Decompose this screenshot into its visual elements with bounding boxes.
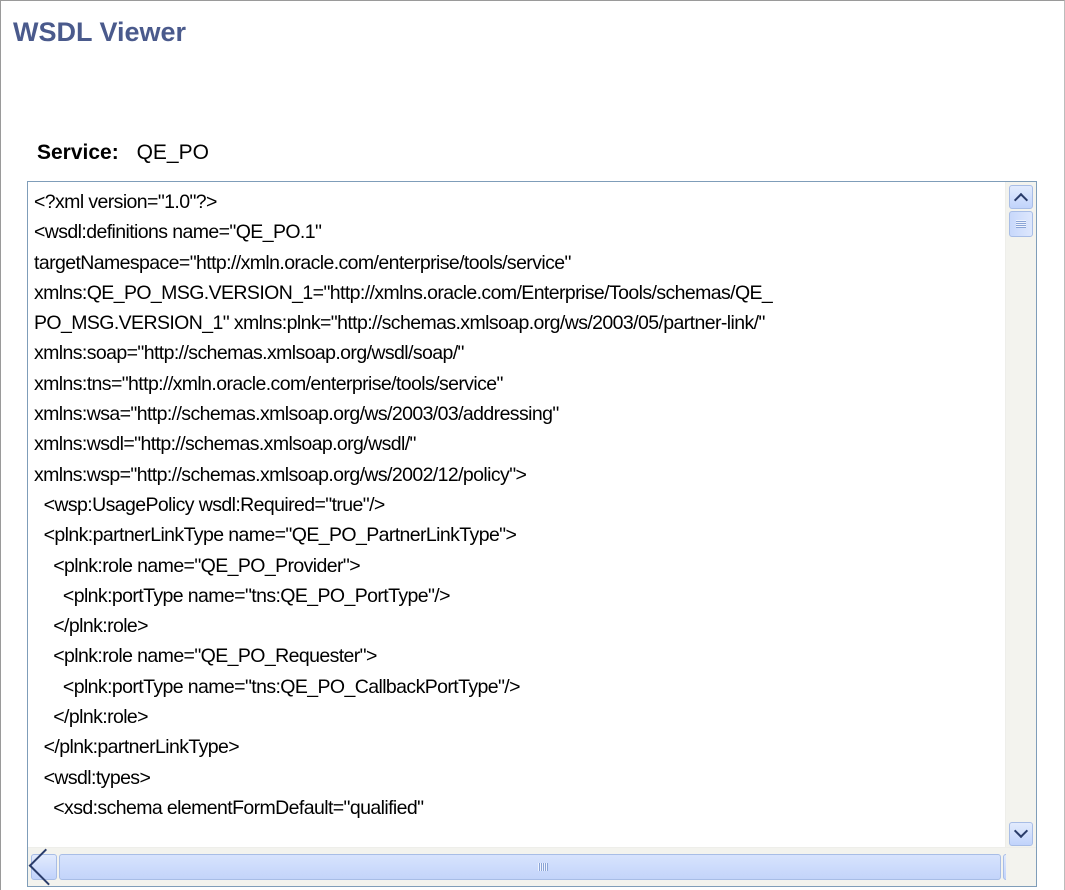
- vertical-scrollbar[interactable]: [1005, 182, 1036, 849]
- scroll-up-button[interactable]: [1009, 185, 1033, 209]
- service-label: Service:: [37, 141, 119, 164]
- code-line: <xsd:schema elementFormDefault="qualifie…: [34, 796, 424, 819]
- horizontal-scroll-thumb[interactable]: [59, 854, 1001, 880]
- code-line: <plnk:role name="QE_PO_Requester">: [34, 645, 377, 668]
- wsdl-viewer-page: WSDL Viewer Service: QE_PO <?xml version…: [0, 0, 1065, 890]
- code-line: <?xml version="1.0"?>: [34, 191, 217, 213]
- wsdl-text-area[interactable]: <?xml version="1.0"?> <wsdl:definitions n…: [27, 181, 1037, 887]
- code-line: <plnk:portType name="tns:QE_PO_PortType"…: [34, 584, 451, 607]
- code-line: PO_MSG.VERSION_1" xmlns:plnk="http://sch…: [34, 312, 765, 335]
- grip-icon: [1016, 220, 1026, 228]
- code-line: <plnk:partnerLinkType name="QE_PO_Partne…: [34, 524, 517, 547]
- code-line: <plnk:portType name="tns:QE_PO_CallbackP…: [34, 675, 521, 698]
- grip-icon: [538, 863, 548, 871]
- code-line: <wsp:UsagePolicy wsdl:Required="true"/>: [34, 493, 386, 516]
- code-line: <wsdl:types>: [34, 766, 151, 789]
- code-line: xmlns:wsa="http://schemas.xmlsoap.org/ws…: [34, 403, 559, 426]
- code-line: </plnk:partnerLinkType>: [34, 736, 240, 759]
- service-value: QE_PO: [136, 141, 209, 164]
- service-row: Service: QE_PO: [37, 141, 209, 165]
- code-line: xmlns:QE_PO_MSG.VERSION_1="http://xmlns.…: [34, 281, 773, 304]
- code-line: </plnk:role>: [34, 706, 148, 729]
- scroll-down-button[interactable]: [1009, 822, 1033, 846]
- code-line: <plnk:role name="QE_PO_Provider">: [34, 554, 361, 577]
- chevron-down-icon: [1013, 823, 1029, 839]
- horizontal-scrollbar[interactable]: [28, 847, 1036, 886]
- scroll-left-button[interactable]: [28, 848, 66, 886]
- code-line: xmlns:wsdl="http://schemas.xmlsoap.org/w…: [34, 433, 416, 456]
- code-line: targetNamespace="http://xmln.oracle.com/…: [34, 251, 571, 274]
- code-line: targetNamespace="http://xmlns.oracle.com…: [34, 823, 1030, 827]
- code-line: xmlns:soap="http://schemas.xmlsoap.org/w…: [34, 342, 464, 365]
- code-line: </plnk:role>: [34, 615, 148, 638]
- code-line: xmlns:tns="http://xmln.oracle.com/enterp…: [34, 372, 503, 395]
- vertical-scroll-thumb[interactable]: [1009, 211, 1033, 237]
- wsdl-code[interactable]: <?xml version="1.0"?> <wsdl:definitions n…: [34, 187, 1030, 827]
- code-line: <wsdl:definitions name="QE_PO.1": [34, 221, 322, 244]
- scrollbar-corner: [1006, 848, 1036, 886]
- code-line: xmlns:wsp="http://schemas.xmlsoap.org/ws…: [34, 463, 527, 486]
- page-title: WSDL Viewer: [13, 17, 187, 47]
- chevron-up-icon: [1013, 192, 1029, 208]
